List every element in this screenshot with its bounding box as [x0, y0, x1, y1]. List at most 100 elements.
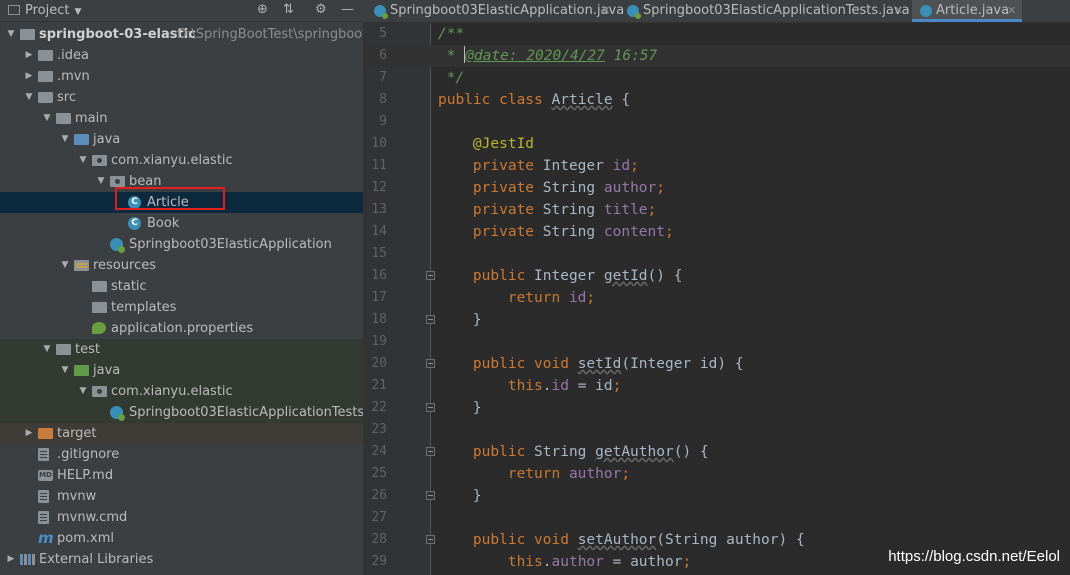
code-line: 7 */ — [363, 67, 1070, 89]
fold-marker-icon[interactable] — [426, 271, 435, 280]
tree-item-label: pom.xml — [57, 531, 114, 546]
tree-item-label: .idea — [57, 48, 89, 63]
gear-icon[interactable]: ⚙ — [315, 2, 327, 17]
fold-marker-icon[interactable] — [426, 359, 435, 368]
tree-item[interactable]: MD HELP.md — [0, 465, 363, 486]
close-tab-icon[interactable]: ✕ — [601, 0, 610, 22]
expand-arrow-icon[interactable]: ▼ — [78, 150, 88, 171]
tree-item[interactable]: mvnw.cmd — [0, 507, 363, 528]
fold-marker-icon[interactable] — [426, 491, 435, 500]
collapse-arrow-icon[interactable]: ▶ — [24, 423, 34, 444]
code-token: public — [472, 268, 535, 284]
close-tab-icon[interactable]: ✕ — [894, 0, 903, 22]
expand-arrow-icon[interactable]: ▼ — [78, 381, 88, 402]
code-text: */ — [438, 67, 464, 89]
tree-item[interactable]: C Book — [0, 213, 363, 234]
text-file-icon — [38, 448, 49, 461]
editor-tab[interactable]: Article.java ✕ — [912, 0, 1022, 22]
code-token: ; — [621, 466, 631, 482]
code-line: 21 this.id = id; — [363, 375, 1070, 397]
expand-arrow-icon[interactable]: ▼ — [60, 129, 70, 150]
expand-arrow-icon[interactable]: ▼ — [24, 87, 34, 108]
tree-item[interactable]: ▼ java — [0, 129, 363, 150]
code-token: 16:57 — [604, 48, 658, 64]
code-text: } — [438, 485, 482, 507]
tree-item-label: Book — [147, 216, 180, 231]
code-line: 10 @JestId — [363, 133, 1070, 155]
tree-item[interactable]: mvnw — [0, 486, 363, 507]
fold-marker-icon[interactable] — [426, 535, 435, 544]
project-view-dropdown[interactable]: Project ▼ — [8, 3, 81, 18]
tree-item[interactable]: static — [0, 276, 363, 297]
tree-item[interactable]: ▼ test — [0, 339, 363, 360]
fold-marker-icon[interactable] — [426, 447, 435, 456]
line-number: 26 — [371, 488, 387, 503]
tree-item[interactable]: m pom.xml — [0, 528, 363, 549]
tree-item-label: templates — [111, 300, 177, 315]
code-text: @JestId — [438, 133, 534, 155]
code-text: private String content; — [438, 221, 674, 243]
watermark: https://blog.csdn.net/Eelol — [888, 548, 1060, 565]
source-folder-icon — [74, 134, 89, 145]
test-folder-icon — [74, 365, 89, 376]
code-token: ; — [647, 202, 657, 218]
target-icon[interactable]: ⊕ — [257, 2, 268, 17]
tree-item[interactable]: ▼ main — [0, 108, 363, 129]
tree-item[interactable]: templates — [0, 297, 363, 318]
tree-item[interactable]: ▼ com.xianyu.elastic — [0, 381, 363, 402]
tree-item[interactable]: ▼ com.xianyu.elastic — [0, 150, 363, 171]
code-token: = author — [603, 554, 683, 570]
maven-file-icon: m — [38, 529, 54, 547]
tree-item[interactable]: ▶ External Libraries — [0, 549, 363, 570]
code-editor[interactable]: 5/** 6 * @date: 2020/4/27 16:57 7 */8 publi… — [363, 23, 1070, 575]
project-panel-header: Project ▼ ⊕ ⇅ ⚙ — — [0, 0, 363, 22]
tree-item[interactable]: ▼ springboot-03-elastic D:\SpringBootTest\… — [0, 24, 363, 45]
tree-item-label: springboot-03-elastic — [39, 27, 196, 42]
expand-arrow-icon[interactable]: ▼ — [96, 171, 106, 192]
fold-marker-icon[interactable] — [426, 403, 435, 412]
code-token: @JestId — [472, 136, 535, 152]
module-path: D:\SpringBootTest\springboot-0 — [177, 27, 363, 42]
collapse-arrow-icon[interactable]: ▶ — [24, 66, 34, 87]
tree-item[interactable]: Springboot03ElasticApplication — [0, 234, 363, 255]
close-tab-icon[interactable]: ✕ — [1007, 0, 1016, 22]
tree-item[interactable]: ▼ resources — [0, 255, 363, 276]
minimize-icon[interactable]: — — [341, 2, 354, 17]
expand-arrow-icon[interactable]: ▼ — [42, 339, 52, 360]
tree-item-label: .mvn — [57, 69, 90, 84]
code-text: public Integer getId() { — [438, 265, 683, 287]
code-token: * — [438, 48, 465, 64]
tree-item[interactable]: Springboot03ElasticApplicationTests — [0, 402, 363, 423]
expand-arrow-icon[interactable]: ▼ — [42, 108, 52, 129]
expand-arrow-icon[interactable]: ▼ — [60, 255, 70, 276]
tree-item[interactable]: ▼ src — [0, 87, 363, 108]
line-number: 15 — [371, 246, 387, 261]
collapse-arrow-icon[interactable]: ▶ — [24, 45, 34, 66]
expand-arrow-icon[interactable]: ▼ — [60, 360, 70, 381]
collapse-arrow-icon[interactable]: ▶ — [6, 549, 16, 570]
editor-tab[interactable]: Springboot03ElasticApplicationTests.java… — [619, 0, 910, 22]
collapse-all-icon[interactable]: ⇅ — [283, 2, 294, 17]
tree-item[interactable]: ▶ target — [0, 423, 363, 444]
code-token: } — [438, 488, 482, 504]
code-line: 26 } — [363, 485, 1070, 507]
tree-item-label: java — [93, 363, 121, 378]
markdown-file-icon: MD — [38, 470, 53, 481]
code-token: String — [542, 224, 604, 240]
expand-arrow-icon[interactable]: ▼ — [6, 24, 16, 45]
editor-tab[interactable]: Springboot03ElasticApplication.java ✕ — [366, 0, 624, 22]
code-token: () { — [673, 444, 709, 460]
tree-item[interactable]: ▶ .idea — [0, 45, 363, 66]
tree-item[interactable]: ▶ .mvn — [0, 66, 363, 87]
tree-item[interactable]: application.properties — [0, 318, 363, 339]
tree-item[interactable]: .gitignore — [0, 444, 363, 465]
code-line: 5 /** — [363, 23, 1070, 45]
fold-marker-icon[interactable] — [426, 315, 435, 324]
tree-item[interactable]: ▼ java — [0, 360, 363, 381]
code-text: public class Article { — [438, 89, 630, 111]
line-number: 20 — [371, 356, 387, 371]
